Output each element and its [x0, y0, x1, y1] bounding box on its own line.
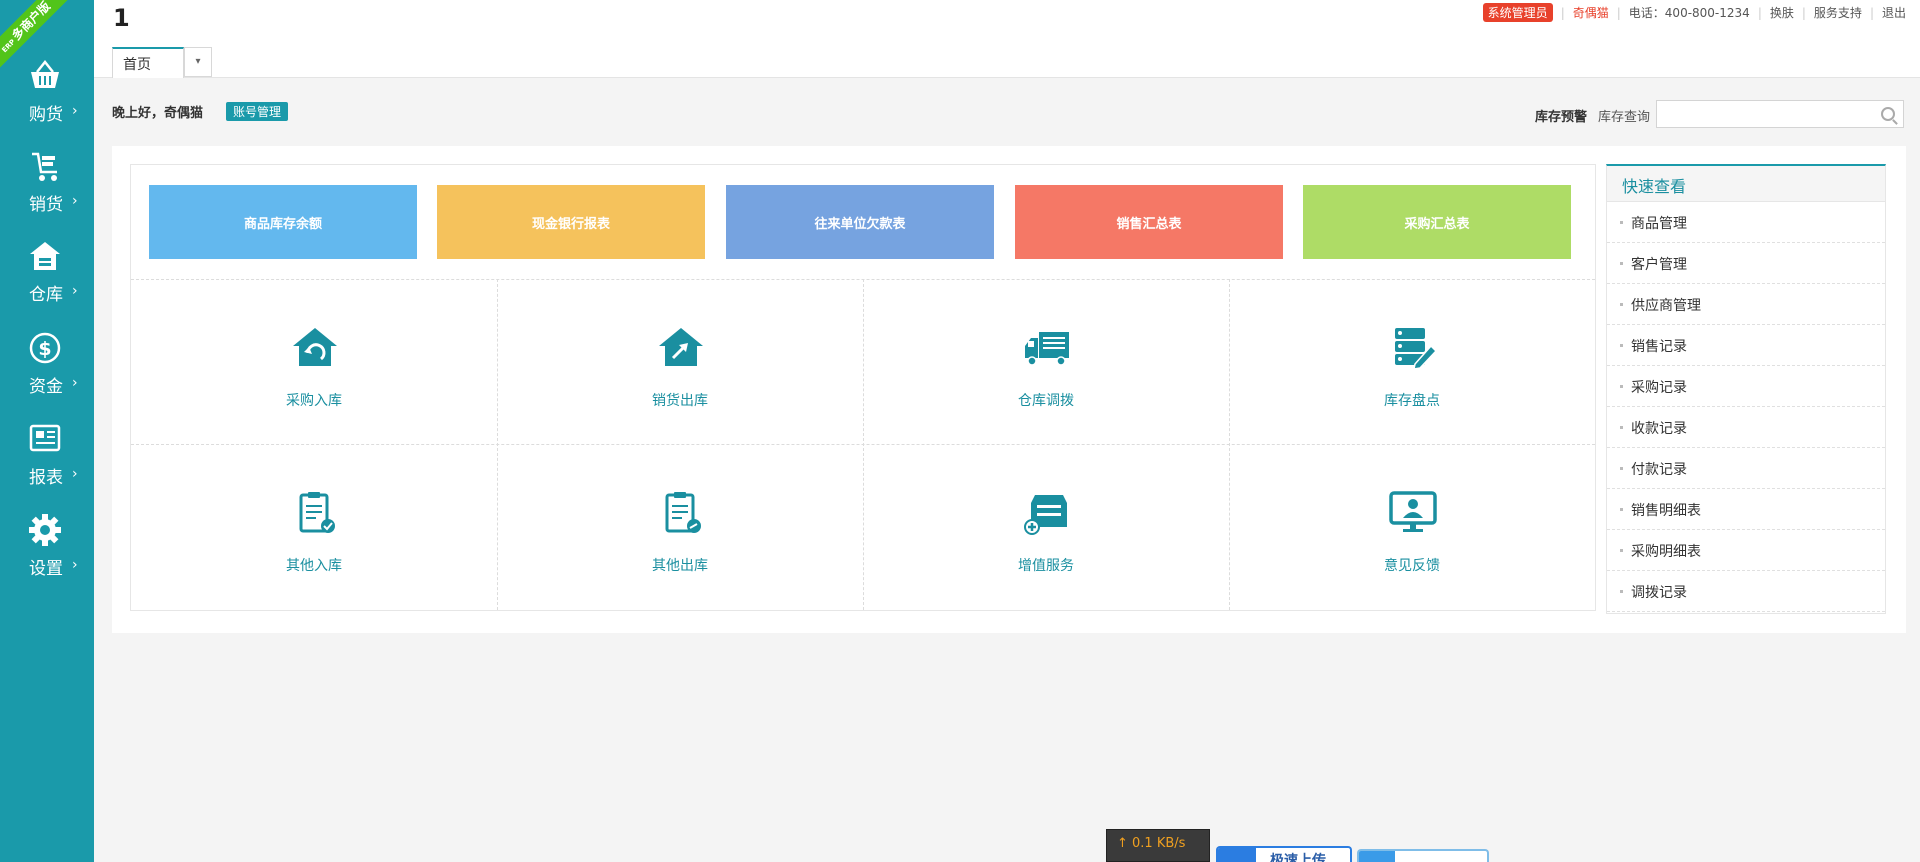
sales-outbound-icon [659, 328, 703, 366]
inventory-check-icon [1395, 328, 1437, 370]
quick-view-panel: 快速查看 商品管理 客户管理 供应商管理 销售记录 采购记录 收款记录 付款记录… [1606, 164, 1886, 614]
chevron-right-icon: › [72, 557, 78, 573]
header: 1 系统管理员 | 奇偶猫 | 电话：400-800-1234 | 换肤 | 服… [94, 0, 1920, 78]
quick-item-purchase-detail[interactable]: 采购明细表 [1607, 530, 1885, 571]
fast-upload-button[interactable]: 极速上传 [1216, 846, 1352, 862]
shortcut-label: 销货出库 [652, 393, 708, 409]
main-content: 商品库存余额 现金银行报表 往来单位欠款表 销售汇总表 采购汇总表 采购入库 销… [112, 146, 1906, 633]
shortcut-value-added[interactable]: 增值服务 [863, 445, 1229, 609]
sidebar-item-reports[interactable]: 报表 › [0, 421, 94, 501]
shortcut-inventory-count[interactable]: 库存盘点 [1229, 280, 1595, 444]
sidebar-item-label: 销货 [29, 195, 63, 215]
gear-icon [29, 514, 61, 546]
stock-query-label: 库存查询 [1598, 110, 1651, 125]
shortcut-purchase-inbound[interactable]: 采购入库 [131, 280, 497, 444]
shortcut-label: 其他出库 [652, 558, 708, 574]
shortcut-other-inbound[interactable]: 其他入库 [131, 445, 497, 609]
quick-item-products[interactable]: 商品管理 [1607, 202, 1885, 243]
dollar-icon: $ [29, 332, 61, 364]
transfer-truck-icon [1025, 332, 1069, 366]
user-icon [1359, 851, 1395, 862]
shortcut-label: 其他入库 [286, 558, 342, 574]
logout-link[interactable]: 退出 [1882, 4, 1906, 21]
cart-icon [32, 152, 57, 181]
feedback-icon [1389, 491, 1437, 532]
tile-cash-bank-report[interactable]: 现金银行报表 [437, 185, 705, 259]
shortcut-sales-outbound[interactable]: 销货出库 [497, 280, 863, 444]
quick-item-sales-records[interactable]: 销售记录 [1607, 325, 1885, 366]
top-user-bar: 系统管理员 | 奇偶猫 | 电话：400-800-1234 | 换肤 | 服务支… [1482, 3, 1906, 22]
quick-item-customers[interactable]: 客户管理 [1607, 243, 1885, 284]
quick-view-title: 快速查看 [1607, 166, 1885, 202]
quick-item-receipt-records[interactable]: 收款记录 [1607, 407, 1885, 448]
page-title: 1 [113, 4, 130, 32]
shortcut-feedback[interactable]: 意见反馈 [1229, 445, 1595, 609]
shortcut-label: 仓库调拨 [1018, 393, 1074, 409]
cloud-upload-icon [1218, 848, 1256, 862]
shortcut-label: 采购入库 [286, 393, 342, 409]
greeting-text: 晚上好，奇偶猫 [112, 106, 204, 121]
warehouse-icon [30, 242, 60, 270]
shortcut-label: 意见反馈 [1384, 558, 1440, 574]
sidebar-item-label: 报表 [29, 468, 63, 488]
sidebar-item-warehouse[interactable]: 仓库 › [0, 238, 94, 318]
stock-alert-link[interactable]: 库存预警 [1535, 106, 1587, 125]
sidebar-item-label: 资金 [29, 377, 63, 397]
network-speed-indicator: ↑ 0.1 KB/s [1106, 829, 1210, 862]
tile-purchase-summary[interactable]: 采购汇总表 [1303, 185, 1571, 259]
chevron-right-icon: › [72, 193, 78, 209]
purchase-inbound-icon [293, 328, 337, 366]
tab-home[interactable]: 首页 [112, 47, 184, 78]
shortcut-warehouse-transfer[interactable]: 仓库调拨 [863, 280, 1229, 444]
shortcut-other-outbound[interactable]: 其他出库 [497, 445, 863, 609]
stock-search-input[interactable] [1656, 100, 1904, 128]
phone-text: 电话：400-800-1234 [1628, 6, 1750, 20]
other-inbound-icon [299, 492, 335, 533]
chevron-right-icon: › [72, 375, 78, 391]
tab-dropdown-button[interactable]: ▾ [184, 47, 212, 77]
upload-label: 极速上传 [1270, 853, 1326, 862]
quick-item-sales-detail[interactable]: 销售明细表 [1607, 489, 1885, 530]
tile-inventory-balance[interactable]: 商品库存余额 [149, 185, 417, 259]
quick-item-payment-records[interactable]: 付款记录 [1607, 448, 1885, 489]
sidebar-item-settings[interactable]: 设置 › [0, 512, 94, 592]
chevron-right-icon: › [72, 283, 78, 299]
basket-icon [31, 59, 59, 88]
sidebar-item-purchase[interactable]: 购货 › [0, 58, 94, 138]
tile-payables-report[interactable]: 往来单位欠款表 [726, 185, 994, 259]
tile-sales-summary[interactable]: 销售汇总表 [1015, 185, 1283, 259]
chevron-right-icon: › [72, 103, 78, 119]
report-icon [29, 424, 61, 452]
shortcut-label: 增值服务 [1018, 558, 1074, 574]
quick-item-suppliers[interactable]: 供应商管理 [1607, 284, 1885, 325]
sidebar-item-label: 设置 [29, 559, 63, 579]
shortcut-grid: 商品库存余额 现金银行报表 往来单位欠款表 销售汇总表 采购汇总表 采购入库 销… [130, 164, 1596, 611]
username-link[interactable]: 奇偶猫 [1573, 4, 1609, 21]
search-icon[interactable] [1881, 107, 1895, 121]
other-outbound-icon [665, 492, 701, 533]
quick-item-purchase-records[interactable]: 采购记录 [1607, 366, 1885, 407]
sidebar-item-finance[interactable]: $ 资金 › [0, 330, 94, 410]
admin-role-badge: 系统管理员 [1482, 3, 1553, 22]
svg-text:$: $ [38, 338, 51, 360]
account-management-button[interactable]: 账号管理 [226, 102, 289, 121]
chevron-right-icon: › [72, 466, 78, 482]
shortcut-label: 库存盘点 [1384, 393, 1440, 409]
support-link[interactable]: 服务支持 [1814, 4, 1862, 21]
value-added-icon [1024, 495, 1067, 535]
sidebar-item-label: 仓库 [29, 285, 63, 305]
skin-link[interactable]: 换肤 [1770, 4, 1794, 21]
sidebar: ERP多商户版 购货 › 销货 › 仓库 › $ 资金 › 报表 › 设置 › [0, 0, 94, 862]
sidebar-item-label: 购货 [29, 105, 63, 125]
sidebar-item-sales[interactable]: 销货 › [0, 148, 94, 228]
secondary-upload-button[interactable] [1357, 849, 1489, 862]
quick-item-transfer-records[interactable]: 调拨记录 [1607, 571, 1885, 612]
